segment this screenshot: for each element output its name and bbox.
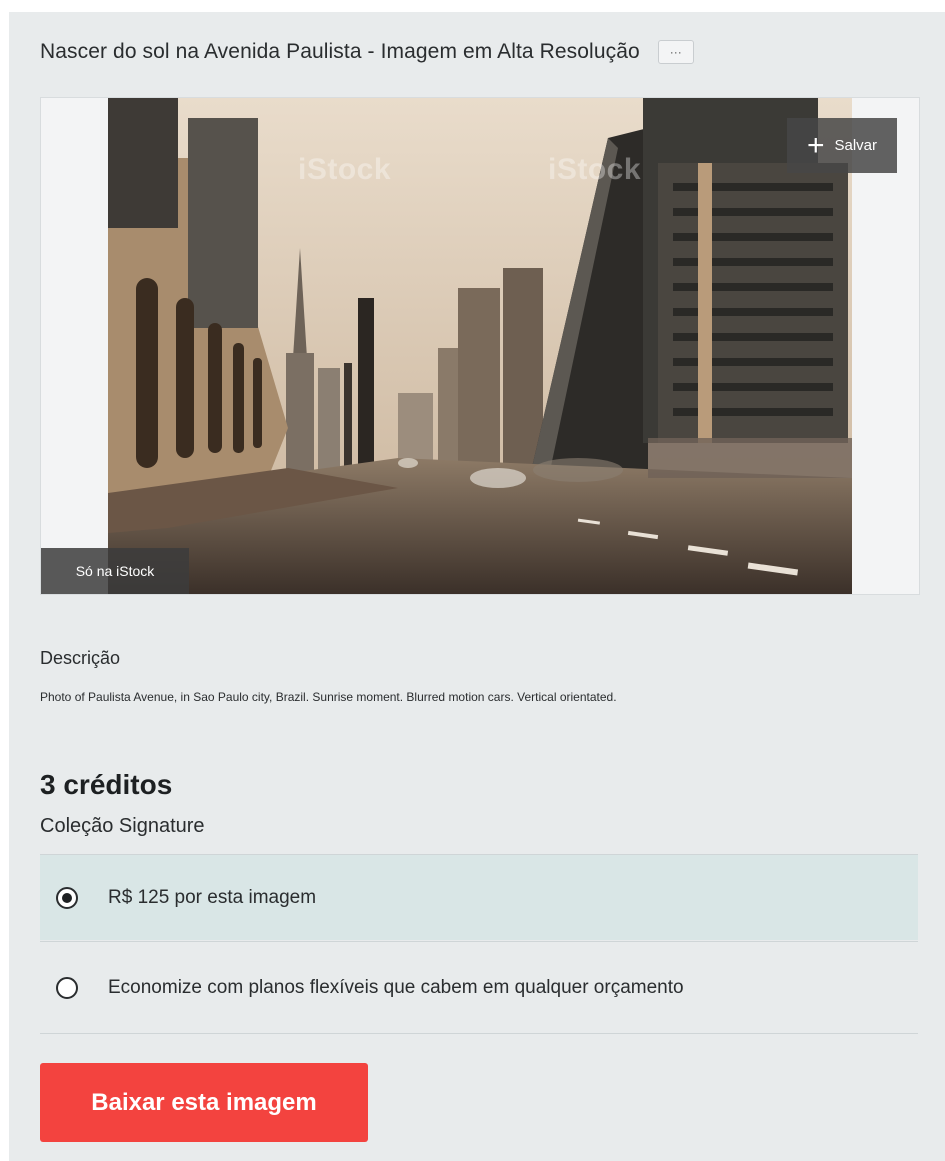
option-flexible-plans[interactable]: Economize com planos flexíveis que cabem… bbox=[40, 941, 918, 1034]
ellipsis-icon: ··· bbox=[669, 45, 682, 59]
plus-icon: + bbox=[806, 128, 825, 162]
image-preview-frame: iStock iStock + Salvar Só na iStock bbox=[40, 97, 920, 595]
option-label: Economize com planos flexíveis que cabem… bbox=[108, 976, 684, 998]
option-single-image[interactable]: R$ 125 por esta imagem bbox=[40, 854, 918, 940]
credits-price: 3 créditos bbox=[40, 769, 173, 800]
download-button[interactable]: Baixar esta imagem bbox=[40, 1063, 368, 1142]
more-options-button[interactable]: ··· bbox=[657, 40, 694, 64]
paulista-avenue-photo bbox=[108, 98, 852, 594]
description-label: Descrição bbox=[40, 648, 121, 668]
preview-photo[interactable]: iStock iStock bbox=[108, 98, 852, 594]
page-title: Nascer do sol na Avenida Paulista - Imag… bbox=[40, 40, 640, 63]
collection-label: Coleção Signature bbox=[40, 815, 205, 837]
only-on-istock-badge: Só na iStock bbox=[41, 548, 189, 594]
watermark-2: iStock bbox=[548, 153, 642, 186]
image-detail-panel: Nascer do sol na Avenida Paulista - Imag… bbox=[9, 12, 945, 1161]
description-text: Photo of Paulista Avenue, in Sao Paulo c… bbox=[40, 690, 617, 704]
radio-selected-icon[interactable] bbox=[56, 886, 78, 909]
radio-unselected-icon[interactable] bbox=[56, 976, 78, 999]
save-label: Salvar bbox=[834, 137, 878, 154]
option-label: R$ 125 por esta imagem bbox=[108, 886, 317, 908]
title-row: Nascer do sol na Avenida Paulista - Imag… bbox=[40, 40, 694, 64]
watermark-1: iStock bbox=[298, 153, 392, 186]
save-button[interactable]: + Salvar bbox=[787, 118, 897, 173]
